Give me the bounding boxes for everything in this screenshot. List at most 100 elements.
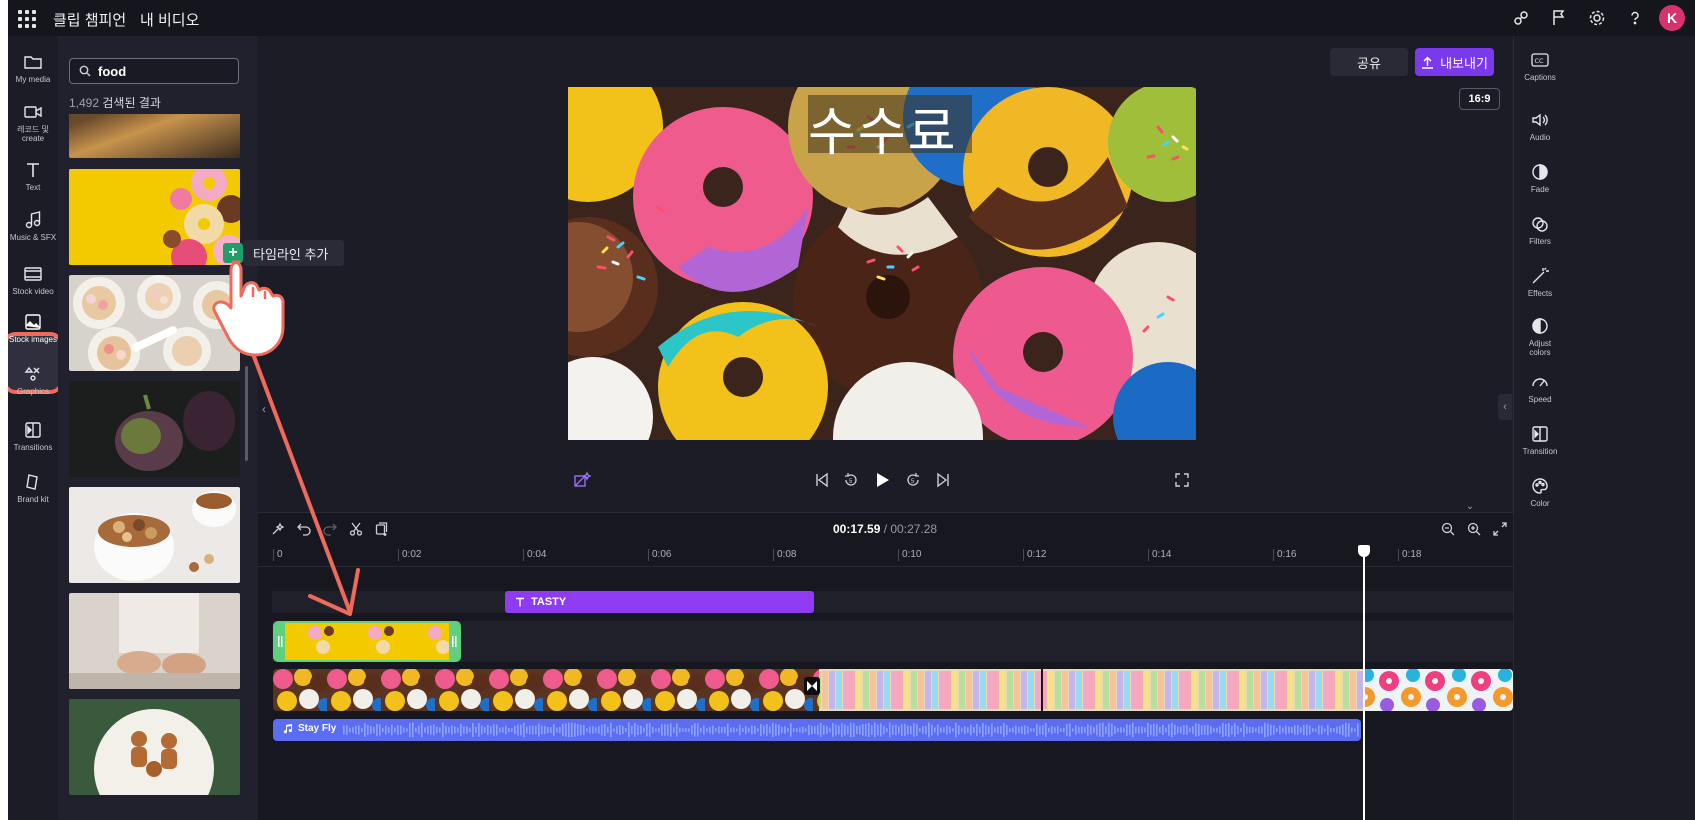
undo-icon[interactable] <box>294 519 314 539</box>
video-clip-thumbnails <box>273 669 1513 711</box>
folder-icon <box>24 56 42 69</box>
panel-adjust-colors[interactable]: Adjust colors <box>1514 310 1566 360</box>
panel-effects[interactable]: Effects <box>1514 260 1566 310</box>
text-clip[interactable]: TASTY <box>505 591 814 613</box>
split-scissors-icon[interactable] <box>346 519 366 539</box>
share-button[interactable]: 공유 <box>1330 48 1408 76</box>
zoom-in-icon[interactable] <box>1464 519 1484 539</box>
play-icon[interactable] <box>868 466 896 494</box>
audio-clip-label: Stay Fly <box>298 723 337 734</box>
fit-timeline-icon[interactable] <box>1490 519 1510 539</box>
collapse-timeline-chevron-icon[interactable]: ⌄ <box>1456 500 1484 512</box>
ruler-tick: 0 <box>273 549 283 561</box>
project-name[interactable]: 내 비디오 <box>140 9 199 30</box>
app-launcher-icon[interactable] <box>16 8 36 28</box>
export-label: 내보내기 <box>1440 55 1488 71</box>
panel-color[interactable]: Color <box>1514 470 1566 520</box>
audio-clip[interactable]: Stay Fly <box>273 719 1361 741</box>
image-icon <box>25 314 41 330</box>
ruler-tick: 0:04 <box>522 549 547 561</box>
panel-label: Color <box>1530 499 1550 508</box>
image-result[interactable] <box>69 381 240 477</box>
nav-music-sfx[interactable]: Music & SFX <box>8 202 58 256</box>
search-icon <box>79 65 91 77</box>
top-actions: K <box>1507 4 1685 32</box>
nav-label: Stock images <box>8 335 58 344</box>
help-icon[interactable] <box>1621 4 1649 32</box>
playhead[interactable] <box>1358 545 1370 820</box>
nav-graphics[interactable]: Graphics <box>8 356 58 410</box>
zoom-out-icon[interactable] <box>1438 519 1458 539</box>
current-time: 00:17.59 <box>833 522 881 536</box>
rewind-5s-icon[interactable]: 5 <box>837 466 865 494</box>
panel-scrollbar[interactable] <box>245 366 248 461</box>
transition-icon <box>1532 426 1548 442</box>
search-input[interactable] <box>98 62 233 80</box>
magic-edit-icon[interactable] <box>268 519 288 539</box>
redo-icon[interactable] <box>320 519 340 539</box>
panel-filters[interactable]: Filters <box>1514 208 1566 258</box>
skip-back-icon[interactable] <box>808 466 836 494</box>
magic-wand-icon <box>1532 267 1549 284</box>
image-result[interactable] <box>69 275 240 371</box>
palette-icon <box>1532 478 1548 494</box>
forward-5s-icon[interactable]: 5 <box>899 466 927 494</box>
music-note-icon <box>283 723 293 733</box>
nav-stock-video[interactable]: Stock video <box>8 256 58 310</box>
auto-enhance-icon[interactable] <box>568 466 596 494</box>
nav-transitions[interactable]: Transitions <box>8 412 58 466</box>
video-clip[interactable] <box>273 669 1513 711</box>
fullscreen-icon[interactable] <box>1168 466 1196 494</box>
app-window: 클립 챔피언 내 비디오 K My media 레코드 및 create Tex… <box>8 0 1695 820</box>
user-avatar[interactable]: K <box>1659 5 1685 31</box>
nav-label: Transitions <box>13 443 53 452</box>
skip-forward-icon[interactable] <box>929 466 957 494</box>
panel-speed[interactable]: Speed <box>1514 366 1566 416</box>
timeline: 00:17.59 / 00:27.28 0 0:02 0:04 0:06 0:0… <box>258 512 1513 820</box>
total-time: / 00:27.28 <box>883 522 938 536</box>
audio-waveform <box>343 722 1359 738</box>
image-result[interactable] <box>69 699 240 795</box>
ruler-tick: 0:18 <box>1397 549 1422 561</box>
film-icon <box>24 267 42 281</box>
nav-label: Brand kit <box>17 495 49 504</box>
music-note-icon <box>25 211 41 229</box>
top-bar: 클립 챔피언 내 비디오 K <box>8 0 1695 36</box>
ruler-tick: 0:06 <box>647 549 672 561</box>
search-box[interactable] <box>69 58 239 84</box>
image-clip-selected[interactable] <box>273 621 461 662</box>
contrast-icon <box>1532 318 1548 334</box>
ruler-tick: 0:16 <box>1272 549 1297 561</box>
panel-transition[interactable]: Transition <box>1514 418 1566 468</box>
nav-record-create[interactable]: 레코드 및 create <box>8 94 58 148</box>
upload-icon <box>1422 55 1434 69</box>
feedback-icon[interactable] <box>1507 4 1535 32</box>
transition-marker-icon[interactable] <box>804 677 820 695</box>
nav-stock-images[interactable]: Stock images <box>8 304 58 358</box>
add-to-timeline-button[interactable]: + <box>223 243 243 263</box>
collapse-panel-chevron-icon[interactable]: ‹ <box>258 398 270 420</box>
svg-text:5: 5 <box>849 479 853 485</box>
duplicate-icon[interactable] <box>372 519 392 539</box>
ruler-tick: 0:12 <box>1022 549 1047 561</box>
panel-audio[interactable]: Audio <box>1514 104 1566 154</box>
panel-fade[interactable]: Fade <box>1514 156 1566 206</box>
export-button[interactable]: 내보내기 <box>1415 48 1494 76</box>
nav-my-media[interactable]: My media <box>8 44 58 98</box>
panel-captions[interactable]: CC Captions <box>1514 44 1566 94</box>
panel-label: Filters <box>1529 237 1551 246</box>
flag-icon[interactable] <box>1545 4 1573 32</box>
image-result[interactable] <box>69 487 240 583</box>
aspect-ratio-button[interactable]: 16:9 <box>1459 88 1500 110</box>
image-result[interactable] <box>69 114 240 158</box>
image-result[interactable] <box>69 169 240 265</box>
nav-label: 레코드 및 create <box>17 125 49 143</box>
settings-gear-icon[interactable] <box>1583 4 1611 32</box>
time-ruler[interactable]: 0 0:02 0:04 0:06 0:08 0:10 0:12 0:14 0:1… <box>258 545 1513 567</box>
image-result[interactable] <box>69 593 240 689</box>
panel-label: Captions <box>1524 73 1556 82</box>
title-overlay-text[interactable]: 수수료 <box>808 90 958 165</box>
nav-label: Text <box>25 183 41 192</box>
nav-text[interactable]: Text <box>8 152 58 206</box>
collapse-properties-chevron-icon[interactable]: ‹ <box>1498 394 1512 420</box>
